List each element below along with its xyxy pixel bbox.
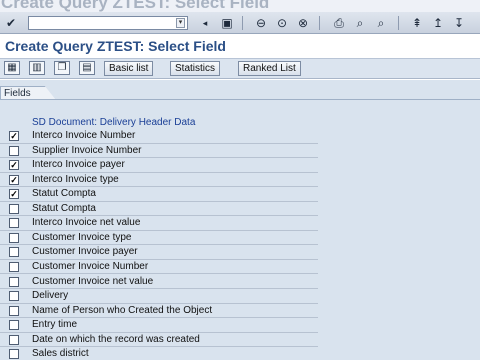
field-checkbox[interactable] (9, 145, 19, 156)
field-label: Name of Person who Created the Object (32, 304, 213, 316)
arrow-left-icon[interactable]: ◂ (200, 15, 210, 31)
field-label: Statut Compta (32, 188, 96, 200)
toolbar-separator (398, 16, 399, 30)
field-selection-area: Fields SD Document: Delivery Header Data… (0, 80, 480, 360)
deselect-all-icon[interactable]: ▥ (29, 61, 45, 75)
first-page-icon[interactable]: ⇞ (409, 15, 425, 31)
field-checkbox[interactable] (9, 320, 19, 331)
window-title-bar: Create Query ZTEST: Select Field (0, 0, 480, 12)
field-checkbox[interactable] (9, 203, 19, 214)
field-row: Customer Invoice net value (0, 275, 318, 289)
tab-fields-label: Fields (4, 88, 31, 99)
application-toolbar: ▦ ▥ ❐ ▤ Basic list Statistics Ranked Lis… (0, 59, 480, 79)
next-page-icon[interactable]: ↧ (451, 15, 467, 31)
field-row: ✓ Statut Compta (0, 187, 318, 202)
system-toolbar: ✔ ▾ ◂ ▣ ⊖ ⊙ ⊗ ⎙ ⌕ ⌕ ⇞ ↥ ↧ (0, 12, 480, 34)
field-label: Interco Invoice net value (32, 217, 141, 229)
back-icon[interactable]: ⊖ (253, 15, 269, 31)
field-checkbox[interactable] (9, 261, 19, 272)
find-icon[interactable]: ⌕ (352, 15, 368, 31)
statistics-button[interactable]: Statistics (170, 61, 221, 76)
field-row: Date on which the record was created (0, 333, 318, 348)
find-next-icon[interactable]: ⌕ (373, 15, 389, 31)
field-row: Delivery (0, 289, 318, 304)
toolbar-separator (319, 16, 320, 30)
field-group-title: SD Document: Delivery Header Data (32, 117, 196, 128)
field-row: Customer Invoice type (0, 231, 318, 246)
field-checkbox[interactable] (9, 305, 19, 316)
field-checkbox[interactable]: ✓ (9, 160, 19, 171)
field-checkbox[interactable] (9, 349, 19, 360)
print-icon[interactable]: ⎙ (331, 15, 347, 31)
field-row: Supplier Invoice Number (0, 144, 318, 159)
field-row: ✓ Interco Invoice type (0, 173, 318, 188)
save-icon[interactable]: ▣ (219, 15, 235, 31)
field-checkbox[interactable] (9, 334, 19, 345)
field-label: Customer Invoice payer (32, 246, 138, 258)
field-groups-icon[interactable]: ❐ (54, 61, 70, 75)
field-row: Customer Invoice Number (0, 260, 318, 275)
field-checkbox[interactable]: ✓ (9, 174, 19, 185)
command-history-dropdown-icon[interactable]: ▾ (176, 18, 185, 28)
field-label: Interco Invoice type (32, 173, 119, 185)
field-row: Interco Invoice net value (0, 216, 318, 231)
page-title: Create Query ZTEST: Select Field (5, 38, 226, 54)
field-row: Name of Person who Created the Object (0, 304, 318, 319)
tab-fields[interactable]: Fields (0, 86, 56, 100)
field-label: Sales district (32, 348, 89, 360)
field-label: Entry time (32, 319, 78, 331)
tab-divider (0, 99, 480, 100)
toolbar-separator (242, 16, 243, 30)
field-label: Date on which the record was created (32, 333, 200, 345)
field-row: ✓ Interco Invoice Number (0, 129, 318, 144)
field-checkbox[interactable]: ✓ (9, 131, 19, 141)
window-title: Create Query ZTEST: Select Field (1, 0, 270, 12)
layout-icon[interactable]: ▤ (79, 61, 95, 75)
field-label: Customer Invoice net value (32, 275, 154, 287)
field-row: Statut Compta (0, 202, 318, 217)
field-row: Entry time (0, 318, 318, 333)
previous-page-icon[interactable]: ↥ (430, 15, 446, 31)
field-checkbox[interactable] (9, 291, 19, 302)
field-label: Customer Invoice type (32, 231, 132, 243)
field-label: Interco Invoice payer (32, 159, 125, 171)
ranked-list-button[interactable]: Ranked List (238, 61, 301, 76)
check-icon[interactable]: ✔ (3, 15, 19, 31)
field-label: Delivery (32, 290, 69, 302)
field-row: Sales district (0, 347, 318, 360)
field-checkbox[interactable] (9, 276, 19, 287)
field-label: Supplier Invoice Number (32, 144, 142, 156)
field-checkbox[interactable] (9, 232, 19, 243)
exit-icon[interactable]: ⊙ (274, 15, 290, 31)
cancel-icon[interactable]: ⊗ (295, 15, 311, 31)
field-checkbox[interactable] (9, 247, 19, 258)
field-row: ✓ Interco Invoice payer (0, 158, 318, 173)
field-checkbox[interactable]: ✓ (9, 189, 19, 200)
basic-list-button[interactable]: Basic list (104, 61, 154, 76)
field-label: Statut Compta (32, 202, 96, 214)
field-row: Customer Invoice payer (0, 245, 318, 260)
field-label: Interco Invoice Number (32, 130, 136, 141)
select-all-icon[interactable]: ▦ (4, 61, 20, 75)
field-label: Customer Invoice Number (32, 260, 149, 272)
screen-title-bar: Create Query ZTEST: Select Field (0, 35, 480, 59)
command-field[interactable]: ▾ (28, 16, 188, 30)
field-checkbox[interactable] (9, 218, 19, 229)
